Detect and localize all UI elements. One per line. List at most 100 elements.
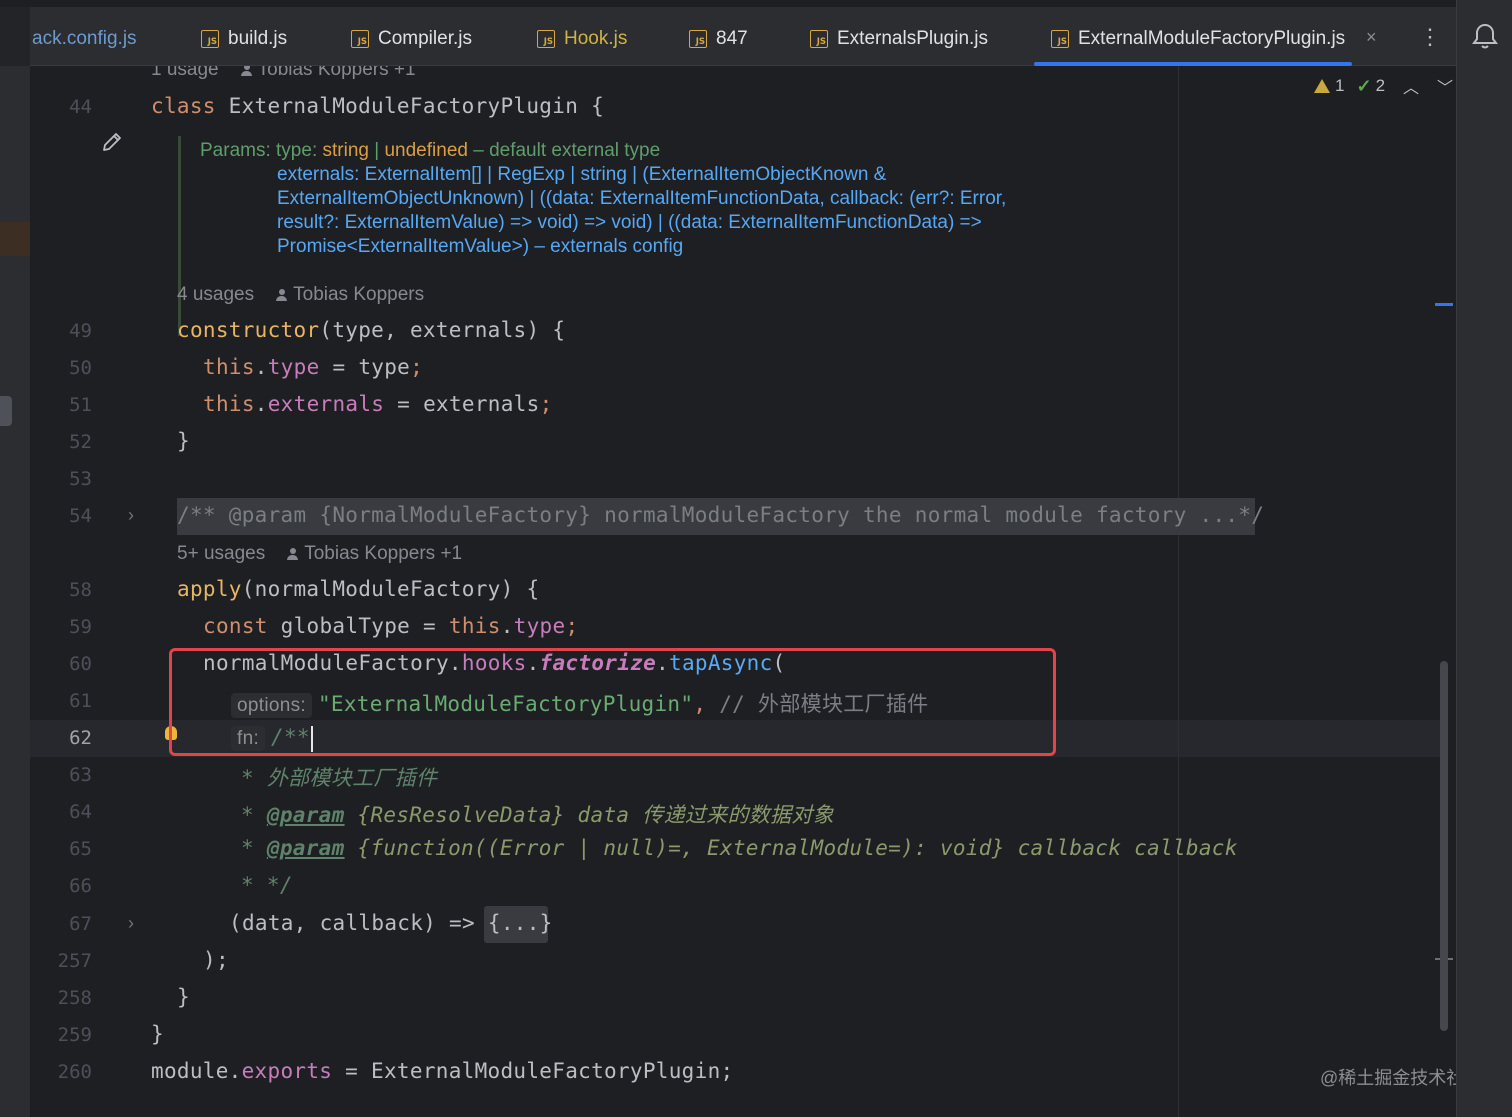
- expand-fold-icon[interactable]: ›: [128, 913, 134, 934]
- line-number: 53: [69, 468, 92, 490]
- semicolon: ;: [539, 392, 553, 416]
- inspections-widget[interactable]: 1 ✓ 2 ︿ ﹀: [1314, 74, 1453, 98]
- edit-pencil-icon[interactable]: [100, 130, 124, 154]
- doc-comment-gutter-bar: [178, 136, 181, 336]
- code-line-53: 53: [30, 461, 1456, 498]
- tab-compiler-js[interactable]: JS Compiler.js: [351, 22, 472, 56]
- tab-hook-js[interactable]: JS Hook.js: [537, 22, 627, 56]
- usage-author: Tobias Koppers: [293, 284, 425, 305]
- doc-externals-line-3: result?: ExternalItemValue) => void) => …: [277, 212, 982, 233]
- doc-param-tag: @param: [266, 803, 345, 827]
- ok-count: 2: [1375, 76, 1386, 95]
- doc-param-desc: callback callback: [1004, 836, 1238, 860]
- doc-param-type: {function((Error | null)=, ExternalModul…: [357, 836, 1005, 860]
- global-type-decl: globalType =: [267, 614, 449, 638]
- module-object: module.: [151, 1059, 242, 1083]
- code-line-59: 59 const globalType = this.type;: [30, 609, 1456, 646]
- close-brace: }: [177, 985, 190, 1009]
- vertical-scrollbar-thumb[interactable]: [1440, 661, 1448, 1031]
- this-keyword: this: [203, 355, 255, 379]
- code-line-54: 54 › /** @param {NormalModuleFactory} no…: [30, 498, 1456, 535]
- notifications-bell-icon[interactable]: [1472, 22, 1498, 50]
- tab-external-module-factory-plugin[interactable]: JS ExternalModuleFactoryPlugin.js: [1051, 22, 1345, 56]
- js-file-icon: JS: [810, 30, 828, 48]
- code-line-257: 257 );: [30, 943, 1456, 980]
- tab-label: ExternalsPlugin.js: [837, 28, 989, 49]
- doc-separator: |: [374, 140, 380, 161]
- line-number: 58: [69, 579, 92, 601]
- code-editor[interactable]: 1 usage Tobias Koppers +1 44 class Extern…: [30, 66, 1456, 1117]
- project-tool-marker[interactable]: [0, 222, 30, 256]
- const-keyword: const: [203, 614, 268, 638]
- line-number: 54: [69, 505, 92, 527]
- check-icon: ✓: [1356, 75, 1372, 96]
- code-line-50: 50 this.type = type;: [30, 350, 1456, 387]
- tab-label: build.js: [228, 28, 288, 49]
- doc-description: – default external type: [473, 140, 661, 161]
- line-number: 257: [57, 950, 92, 972]
- semicolon: ;: [565, 614, 579, 638]
- doc-star: *: [241, 836, 267, 860]
- line-number: 63: [69, 764, 92, 786]
- line-number: 258: [57, 987, 92, 1009]
- doc-param-type: {ResResolveData}: [357, 803, 565, 827]
- line-number: 44: [69, 96, 92, 118]
- dot: .: [500, 614, 514, 638]
- doc-param-name: type:: [276, 140, 318, 161]
- tab-847[interactable]: JS 847: [689, 22, 748, 56]
- close-brace: }: [151, 1022, 164, 1046]
- line-number: 66: [69, 875, 92, 897]
- tab-label: ack.config.js: [32, 28, 137, 49]
- tab-webpack-config[interactable]: ack.config.js: [32, 22, 137, 56]
- tab-externals-plugin[interactable]: JS ExternalsPlugin.js: [810, 22, 988, 56]
- usage-hint-constructor[interactable]: 4 usages Tobias Koppers: [177, 284, 424, 306]
- code-line-63: 63 * 外部模块工厂插件: [30, 757, 1456, 794]
- doc-param-tag: @param: [266, 836, 345, 860]
- usage-hint-apply[interactable]: 5+ usages Tobias Koppers +1: [177, 543, 462, 565]
- apply-method-name: apply: [177, 577, 242, 601]
- line-number: 259: [57, 1024, 92, 1046]
- structure-tool-marker[interactable]: [0, 396, 12, 426]
- doc-externals-line-1: externals: ExternalItem[] | RegExp | str…: [277, 164, 887, 185]
- doc-comment-close: * */: [241, 873, 293, 897]
- line-number: 67: [69, 913, 92, 935]
- line-number: 50: [69, 357, 92, 379]
- usage-author: Tobias Koppers +1: [304, 543, 463, 564]
- doc-externals-line-4: Promise<ExternalItemValue>) – externals …: [277, 236, 684, 257]
- doc-param-desc: data 传递过来的数据对象: [564, 803, 834, 827]
- author-icon: [240, 66, 252, 76]
- right-tool-strip: [1456, 0, 1512, 1117]
- code-line-44: 44 class ExternalModuleFactoryPlugin {: [30, 89, 1456, 126]
- code-line-259: 259 }: [30, 1017, 1456, 1054]
- usage-hint-class[interactable]: 1 usage Tobias Koppers +1: [151, 66, 416, 81]
- semicolon: ;: [410, 355, 424, 379]
- doc-type: string: [322, 140, 369, 161]
- author-icon: [276, 289, 288, 301]
- expand-fold-icon[interactable]: ›: [128, 505, 134, 526]
- code-line-260: 260 module.exports = ExternalModuleFacto…: [30, 1054, 1456, 1091]
- tab-build-js[interactable]: JS build.js: [201, 22, 287, 56]
- exports-assignment: = ExternalModuleFactoryPlugin;: [332, 1059, 734, 1083]
- watermark: @稀土掘金技术社区: [1320, 1068, 1456, 1088]
- close-tab-icon[interactable]: ×: [1366, 27, 1377, 48]
- this-keyword: this: [448, 614, 501, 638]
- more-options-icon[interactable]: ⋮: [1419, 24, 1441, 50]
- folded-doc-comment[interactable]: /** @param {NormalModuleFactory} normalM…: [177, 503, 1264, 527]
- line-number: 49: [69, 320, 92, 342]
- js-file-icon: JS: [351, 30, 369, 48]
- usage-count: 4 usages: [177, 284, 255, 305]
- dot: .: [254, 392, 268, 416]
- folded-function-body[interactable]: {...}: [488, 911, 553, 935]
- highlight-annotation-box: [169, 648, 1056, 756]
- tab-label: ExternalModuleFactoryPlugin.js: [1078, 28, 1346, 49]
- code-line-258: 258 }: [30, 980, 1456, 1017]
- next-highlight-icon[interactable]: ﹀: [1437, 74, 1453, 98]
- line-number: 64: [69, 801, 92, 823]
- code-line-52: 52 }: [30, 424, 1456, 461]
- line-number: 61: [69, 690, 92, 712]
- previous-highlight-icon[interactable]: ︿: [1403, 74, 1419, 98]
- code-line-64: 64 * @param {ResResolveData} data 传递过来的数…: [30, 794, 1456, 831]
- close-call: );: [203, 948, 229, 972]
- usage-count: 1 usage: [151, 66, 219, 80]
- doc-params-label: Params:: [200, 140, 271, 161]
